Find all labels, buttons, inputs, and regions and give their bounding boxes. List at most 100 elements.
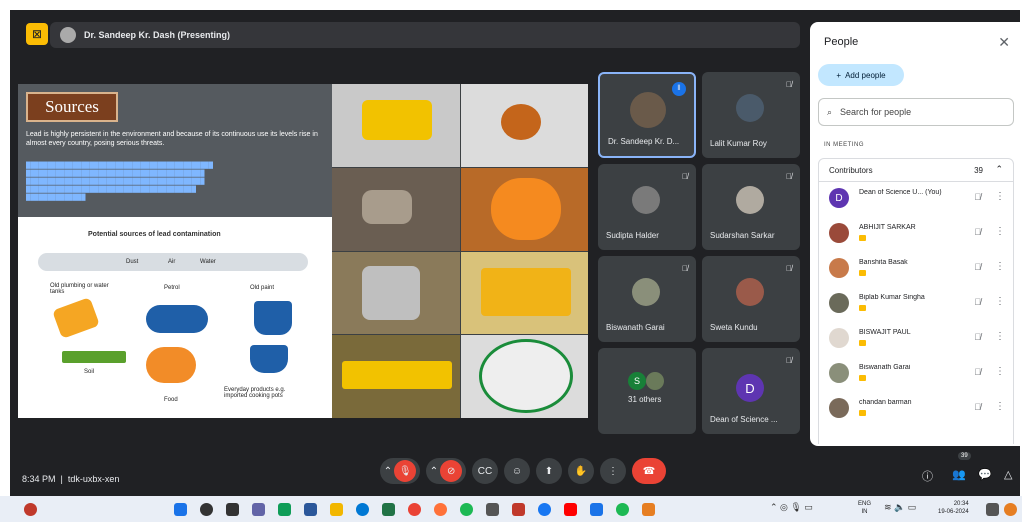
slide-body-text: Lead is highly persistent in the environ… [26,131,318,147]
captions-button[interactable]: CC [472,458,498,484]
system-tray-icons[interactable]: ⌃ ◎ 🎙 ▭ [770,502,813,513]
leave-call-button[interactable]: ☎ [632,458,666,484]
start-icon[interactable] [174,503,187,516]
slide-heading: Sources [26,92,118,122]
more-options-icon[interactable]: ⋮ [995,226,1005,237]
more-options-icon[interactable]: ⋮ [995,296,1005,307]
app-icon[interactable] [590,503,603,516]
people-icon[interactable]: 👥 [952,468,966,481]
more-options-icon[interactable]: ⋮ [995,366,1005,377]
avatar [630,92,666,128]
facebook-icon[interactable] [538,503,551,516]
tile-participant[interactable]: 🎙̸ Biswanath Garai [598,256,696,342]
photo-painted-plate [460,335,588,418]
tile-others[interactable]: S 31 others [598,348,696,434]
badge-icon [859,375,866,381]
tile-presenter[interactable]: ⫴ Dr. Sandeep Kr. D... [598,72,696,158]
more-options-icon[interactable]: ⋮ [995,191,1005,202]
chat-icon[interactable]: 💬 [978,468,992,481]
avatar [736,278,764,306]
list-item[interactable]: ABHIJIT SARKAR 🎙̸ ⋮ [819,217,1013,252]
avatar [736,94,764,122]
tile-participant[interactable]: 🎙̸ Sudipta Halder [598,164,696,250]
tile-participant[interactable]: 🎙̸ Lalit Kumar Roy [702,72,800,158]
notification-center-icon[interactable] [986,503,999,516]
task-view-icon[interactable] [226,503,239,516]
mic-off-icon: 🎙̸ [974,262,981,272]
camera-off-icon: ⊘ [440,460,463,482]
stop-presenting-icon[interactable]: ⊠ [26,23,48,45]
excel-icon[interactable] [382,503,395,516]
mic-off-icon: 🎙̸ [974,192,981,202]
food-image [146,347,196,383]
present-button[interactable]: ⬆ [536,458,562,484]
notification-icon[interactable] [24,503,37,516]
presentation-slide: Sources Lead is highly persistent in the… [18,84,588,418]
people-count-badge: 39 [958,452,971,460]
car-image [146,305,208,333]
search-icon[interactable] [200,503,213,516]
raise-hand-button[interactable]: ✋ [568,458,594,484]
search-icon: ⌕ [827,106,833,117]
avatar [646,372,664,390]
spotify-icon[interactable] [460,503,473,516]
add-people-button[interactable]: + Add people [818,64,904,86]
list-item[interactable]: BISWAJIT PAUL 🎙̸ ⋮ [819,322,1013,357]
label-plumbing: Old plumbing or water tanks [50,283,109,295]
app-icon[interactable] [642,503,655,516]
edge-icon[interactable] [356,503,369,516]
copilot-icon[interactable] [1004,503,1017,516]
lead-sources-diagram: Potential sources of lead contamination … [18,217,332,418]
mic-toggle-button[interactable]: ⌃ 🎙 [380,458,420,484]
file-explorer-icon[interactable] [330,503,343,516]
camera-toggle-button[interactable]: ⌃ ⊘ [426,458,466,484]
label-air: Air [168,259,176,265]
app-icon[interactable] [486,503,499,516]
language-indicator[interactable]: ENG IN [858,500,871,516]
more-options-icon[interactable]: ⋮ [995,261,1005,272]
list-item[interactable]: Biswanath Garai 🎙̸ ⋮ [819,357,1013,392]
cooking-pot-image [250,345,288,373]
mic-off-icon: 🎙̸ [786,80,792,89]
mic-off-icon: 🎙̸ [786,356,792,365]
tile-participant[interactable]: 🎙̸ Sweta Kundu [702,256,800,342]
mic-off-icon: 🎙̸ [974,402,981,412]
activities-icon[interactable]: △ [1004,468,1012,481]
pipe-image [52,297,100,339]
participant-name: BISWAJIT PAUL [859,329,911,336]
list-item[interactable]: Banshita Basak 🎙̸ ⋮ [819,252,1013,287]
panel-title: People [824,36,859,48]
network-sound-icons[interactable]: ≋ 🔈 ▭ [884,502,916,513]
participant-name: Biplab Kumar Singha [859,294,925,301]
app-icon[interactable] [616,503,629,516]
photo-tin-box [332,335,460,418]
avatar [829,398,849,418]
firefox-icon[interactable] [434,503,447,516]
more-options-icon[interactable]: ⋮ [995,401,1005,412]
search-input[interactable]: ⌕ Search for people [818,98,1014,126]
taskbar-clock[interactable]: 20:34 19-06-2024 [938,500,969,516]
tile-participant[interactable]: 🎙̸ Sudarshan Sarkar [702,164,800,250]
app-icon[interactable] [512,503,525,516]
avatar [829,293,849,313]
more-options-icon[interactable]: ⋮ [995,331,1005,342]
tile-participant[interactable]: 🎙̸ D Dean of Science ... [702,348,800,434]
youtube-icon[interactable] [564,503,577,516]
mic-off-icon: 🎙̸ [786,172,792,181]
tile-name: Biswanath Garai [606,323,665,332]
photo-orange-cup [460,167,588,251]
photo-packet [460,251,588,335]
close-icon[interactable]: ✕ [998,34,1010,51]
contributors-header[interactable]: Contributors 39 ⌃ [818,158,1014,182]
emoji-button[interactable]: ☺ [504,458,530,484]
teams-icon[interactable] [252,503,265,516]
list-item[interactable]: chandan barman 🎙̸ ⋮ [819,392,1013,427]
word-icon[interactable] [304,503,317,516]
info-icon[interactable]: ⓘ [922,468,933,484]
app-icon[interactable] [278,503,291,516]
list-item[interactable]: D Dean of Science U... (You) 🎙̸ ⋮ [819,182,1013,217]
list-item[interactable]: Biplab Kumar Singha 🎙̸ ⋮ [819,287,1013,322]
more-options-button[interactable]: ⋮ [600,458,626,484]
meeting-info: 8:34 PM | tdk-uxbx-xen [22,474,120,484]
chrome-icon[interactable] [408,503,421,516]
